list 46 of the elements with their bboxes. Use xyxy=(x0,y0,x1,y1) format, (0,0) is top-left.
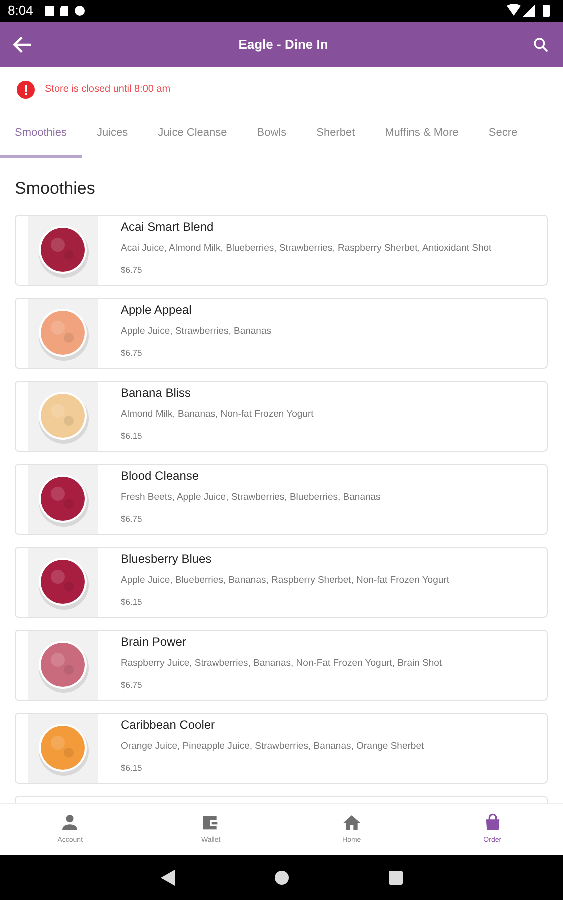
category-tab[interactable]: Juices xyxy=(82,112,144,158)
section-heading: Smoothies xyxy=(15,178,96,200)
menu-item-card[interactable]: Caribbean Cooler Orange Juice, Pineapple Juice, Strawberries, Bananas, Orange Sherbet $6.15 xyxy=(15,712,548,784)
alert-icon xyxy=(17,80,35,98)
item-ingredients: Almond Milk, Bananas, Non-fat Frozen Yogurt xyxy=(121,408,315,422)
home-circle-icon[interactable] xyxy=(274,870,288,884)
item-price: $6.75 xyxy=(121,346,144,360)
category-tab[interactable]: Secre xyxy=(474,112,533,158)
item-price: $6.15 xyxy=(121,430,144,442)
back-triangle-icon[interactable] xyxy=(160,870,174,886)
item-name: Apple Appeal xyxy=(121,302,193,318)
category-tab[interactable]: Muffins & More xyxy=(370,112,474,158)
item-ingredients: Apple Juice, Strawberries, Bananas xyxy=(121,325,272,339)
item-name: Acai Smart Blend xyxy=(121,218,215,234)
status-time: 8:04 xyxy=(8,2,34,20)
menu-item-card[interactable]: Apple Appeal Apple Juice, Strawberries, Bananas $6.75 xyxy=(15,298,548,368)
item-name: Brain Power xyxy=(121,634,188,650)
item-ingredients: Apple Juice, Blueberries, Bananas, Raspberry Sherbet, Non-fat Frozen Yogurt xyxy=(121,574,450,588)
item-name: Bluesberry Blues xyxy=(121,550,213,566)
menu-item-card[interactable]: Blood Cleanse Fresh Beets, Apple Juice, Strawberries, Blueberries, Bananas $6.75 xyxy=(15,464,548,534)
item-price: $6.15 xyxy=(121,762,144,774)
item-ingredients: Orange Juice, Pineapple Juice, Strawberries, Bananas, Orange Sherbet xyxy=(121,740,426,754)
menu-item-card[interactable]: Brain Power Raspberry Juice, Strawberries, Bananas, Non-Fat Frozen Yogurt, Brain Shot $6.75 xyxy=(15,630,548,700)
item-price: $6.75 xyxy=(121,264,144,276)
item-ingredients: Fresh Beets, Apple Juice, Strawberries, Blueberries, Bananas xyxy=(121,491,382,505)
category-tab[interactable]: Sherbet xyxy=(302,112,370,158)
category-tab[interactable]: Bowls xyxy=(242,112,302,158)
menu-item-card[interactable]: Acai Smart Blend Acai Juice, Almond Milk, Blueberries, Strawberries, Raspberry Sherbet, Antioxidant Shot $6.75 xyxy=(15,214,548,286)
category-tab[interactable]: Juice Cleanse xyxy=(143,112,242,158)
item-ingredients: Raspberry Juice, Strawberries, Bananas, Non-Fat Frozen Yogurt, Brain Shot xyxy=(121,657,444,671)
item-price: $6.75 xyxy=(121,678,144,692)
item-name: Caribbean Cooler xyxy=(121,716,216,732)
menu-item-card[interactable]: Bluesberry Blues Apple Juice, Blueberries, Bananas, Raspberry Sherbet, Non-fat Frozen Yogurt $6.15 xyxy=(15,546,548,618)
menu-item-card[interactable]: Banana Bliss Almond Milk, Bananas, Non-fat Frozen Yogurt $6.15 xyxy=(15,380,548,452)
person-icon xyxy=(60,812,80,833)
recents-square-icon[interactable] xyxy=(388,870,402,884)
item-name: Blood Cleanse xyxy=(121,468,200,484)
item-price: $6.75 xyxy=(121,512,144,526)
item-name: Banana Bliss xyxy=(121,384,192,400)
item-price: $6.15 xyxy=(121,596,144,608)
home-icon xyxy=(342,812,362,833)
category-tab[interactable]: Smoothies xyxy=(0,112,82,158)
screen-title: Eagle - Dine In xyxy=(238,36,330,54)
item-ingredients: Acai Juice, Almond Milk, Blueberries, Strawberries, Raspberry Sherbet, Antioxidant Shot xyxy=(121,242,493,256)
search-button[interactable] xyxy=(533,36,551,54)
store-closed-message: Store is closed until 8:00 am xyxy=(45,83,171,97)
